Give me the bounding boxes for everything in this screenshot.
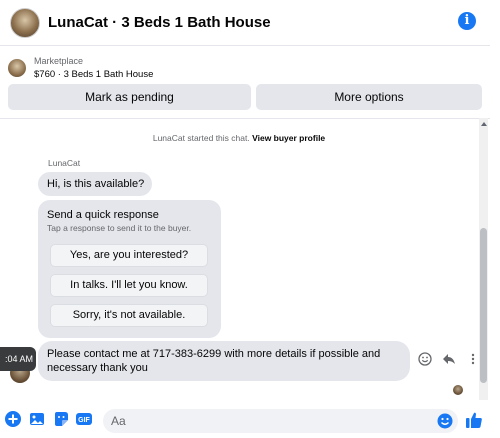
divider [0, 118, 490, 119]
quick-response-title: Send a quick response [47, 209, 159, 221]
avatar[interactable] [10, 7, 40, 38]
quick-response-subtitle: Tap a response to send it to the buyer. [47, 223, 192, 233]
more-vertical-icon[interactable] [466, 352, 480, 366]
message-composer: GIF [0, 402, 490, 438]
reply-icon[interactable] [442, 352, 456, 366]
more-options-button[interactable]: More options [256, 84, 482, 110]
quick-response-option[interactable]: Sorry, it's not available. [50, 304, 208, 327]
emoji-icon[interactable] [437, 413, 453, 429]
seen-indicator-avatar [453, 385, 463, 395]
message-bubble[interactable]: Hi, is this available? [38, 172, 152, 196]
sticker-icon[interactable] [53, 411, 69, 427]
info-icon[interactable]: i [458, 12, 476, 30]
message-bubble[interactable]: Please contact me at 717-383-6299 with m… [38, 341, 410, 381]
message-input[interactable] [103, 409, 458, 433]
listing-summary[interactable]: Marketplace $760 · 3 Beds 1 Bath House [8, 54, 153, 82]
listing-thumbnail [8, 59, 26, 77]
chat-header: LunaCat · 3 Beds 1 Bath House i [0, 0, 490, 46]
view-buyer-profile-link[interactable]: View buyer profile [252, 133, 325, 143]
quick-response-option[interactable]: In talks. I'll let you know. [50, 274, 208, 297]
plus-icon[interactable] [5, 411, 21, 427]
quick-response-option[interactable]: Yes, are you interested? [50, 244, 208, 267]
quick-response-card: Send a quick response Tap a response to … [38, 200, 221, 338]
listing-text: Marketplace $760 · 3 Beds 1 Bath House [34, 54, 153, 82]
photo-icon[interactable] [29, 411, 45, 427]
thumbs-up-icon[interactable] [465, 411, 483, 429]
message-actions [418, 352, 480, 366]
scrollbar-thumb[interactable] [480, 228, 487, 383]
svg-text:GIF: GIF [78, 417, 90, 424]
gif-icon[interactable]: GIF [76, 411, 92, 427]
react-emoji-icon[interactable] [418, 352, 432, 366]
chat-started-notice: LunaCat started this chat. View buyer pr… [0, 133, 478, 143]
timestamp-tooltip: :04 AM [0, 347, 36, 371]
page-title[interactable]: LunaCat · 3 Beds 1 Bath House [48, 14, 271, 31]
sender-name: LunaCat [48, 158, 81, 168]
listing-price-title: $760 · 3 Beds 1 Bath House [34, 69, 154, 80]
listing-category: Marketplace [34, 56, 84, 66]
chat-started-text: LunaCat started this chat. [152, 133, 250, 143]
scroll-up-arrow-icon[interactable] [481, 122, 487, 126]
mark-as-pending-button[interactable]: Mark as pending [8, 84, 251, 110]
